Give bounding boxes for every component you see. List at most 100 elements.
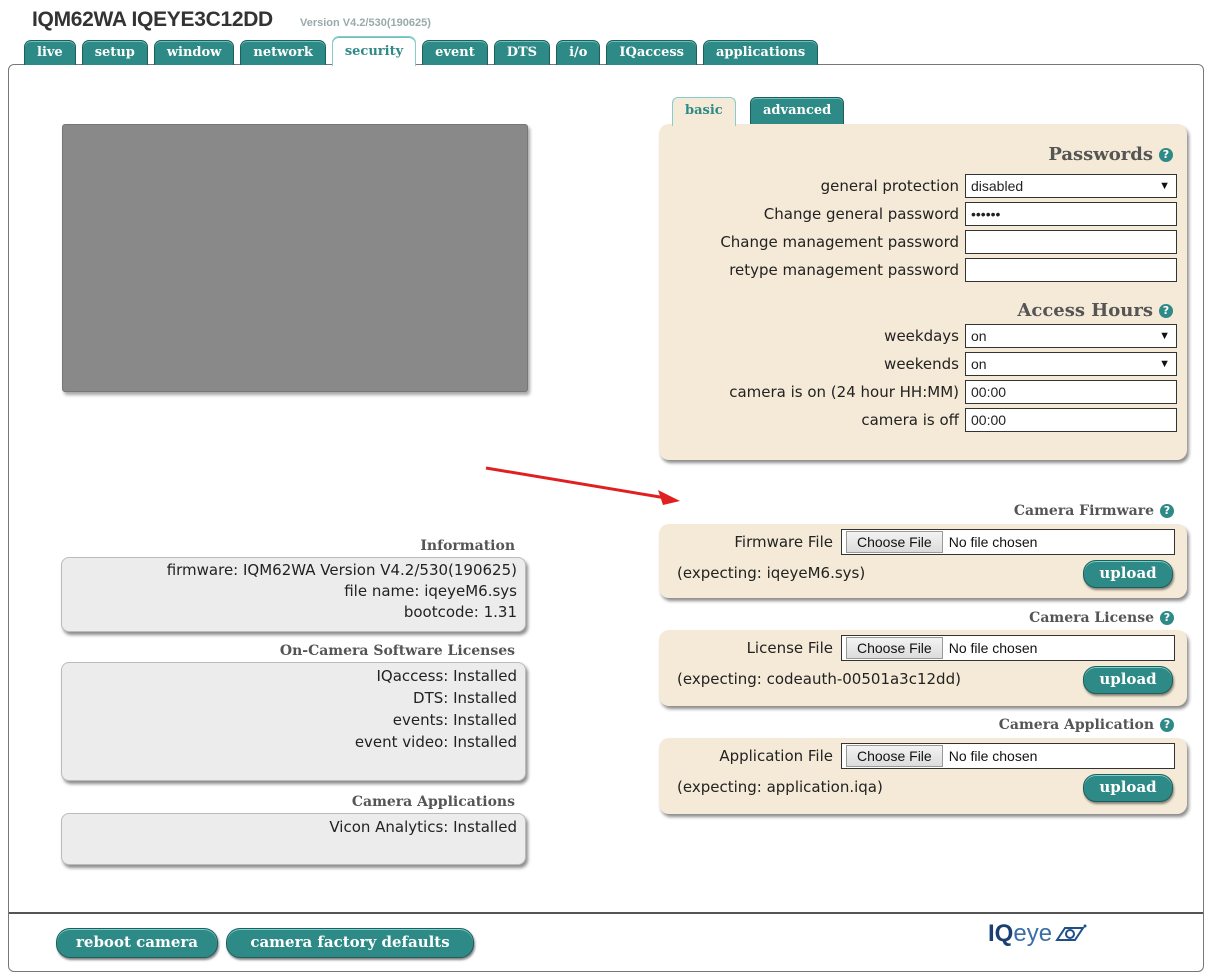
weekdays-row: weekdays on (884, 324, 1177, 348)
tab-security[interactable]: security (331, 36, 417, 66)
camera-preview (62, 124, 528, 392)
passwords-heading: Passwords? (1048, 144, 1173, 165)
retype-management-password-label: retype management password (729, 261, 959, 279)
red-arrow-annotation (485, 466, 680, 505)
firmware-no-file-text: No file chosen (948, 534, 1038, 550)
camera-off-row: camera is off 00:00 (861, 408, 1177, 432)
info-firmware-line: firmware: IQM62WA Version V4.2/530(19062… (166, 561, 517, 579)
license-upload-panel: License File Choose File No file chosen … (659, 630, 1187, 706)
general-password-input[interactable]: •••••• (965, 202, 1177, 226)
information-box: firmware: IQM62WA Version V4.2/530(19062… (61, 557, 526, 632)
factory-defaults-button[interactable]: camera factory defaults (226, 928, 474, 958)
tab-applications[interactable]: applications (703, 40, 819, 65)
access-hours-heading-text: Access Hours (1017, 300, 1153, 321)
arrow-shaft (485, 466, 667, 500)
general-protection-label: general protection (820, 177, 959, 195)
camera-off-input[interactable]: 00:00 (965, 408, 1177, 432)
info-filename-line: file name: iqeyeM6.sys (344, 582, 517, 600)
license-file-input[interactable]: Choose File No file chosen (841, 635, 1175, 661)
tab-live[interactable]: live (24, 40, 76, 65)
tab-setup[interactable]: setup (81, 40, 148, 65)
arrow-head (658, 490, 680, 505)
license-help-icon[interactable]: ? (1160, 611, 1174, 625)
management-password-input[interactable] (965, 230, 1177, 254)
application-no-file-text: No file chosen (948, 748, 1038, 764)
tab-window[interactable]: window (153, 40, 235, 65)
tab-dts[interactable]: DTS (493, 40, 551, 65)
application-expecting-text: (expecting: application.iqa) (677, 778, 883, 796)
firmware-upload-panel: Firmware File Choose File No file chosen… (659, 524, 1187, 598)
app-vicon-line: Vicon Analytics: Installed (329, 818, 517, 836)
application-file-row: Application File Choose File No file cho… (719, 743, 1175, 769)
license-no-file-text: No file chosen (948, 640, 1038, 656)
change-general-password-row: Change general password •••••• (764, 202, 1177, 226)
iqeye-logo: IQ eye (988, 920, 1089, 948)
camera-on-input[interactable]: 00:00 (965, 380, 1177, 404)
weekdays-select[interactable]: on (965, 324, 1177, 348)
weekends-label: weekends (884, 355, 959, 373)
application-choose-file-button[interactable]: Choose File (846, 745, 943, 767)
information-heading: Information (420, 538, 515, 554)
retype-management-password-row: retype management password (729, 258, 1177, 282)
license-event-video-line: event video: Installed (354, 733, 517, 751)
license-file-row: License File Choose File No file chosen (747, 635, 1175, 661)
license-upload-button[interactable]: upload (1083, 666, 1173, 694)
application-help-icon[interactable]: ? (1160, 718, 1174, 732)
firmware-file-row: Firmware File Choose File No file chosen (734, 529, 1175, 555)
tab-iqaccess[interactable]: IQaccess (606, 40, 697, 65)
application-upload-panel: Application File Choose File No file cho… (659, 738, 1187, 814)
firmware-help-icon[interactable]: ? (1160, 504, 1174, 518)
firmware-file-label: Firmware File (734, 533, 833, 551)
weekends-select[interactable]: on (965, 352, 1177, 376)
passwords-heading-text: Passwords (1048, 144, 1153, 165)
weekends-row: weekends on (884, 352, 1177, 376)
subtab-advanced[interactable]: advanced (750, 97, 845, 124)
general-protection-row: general protection disabled (821, 174, 1177, 198)
passwords-help-icon[interactable]: ? (1159, 148, 1173, 162)
firmware-expecting-text: (expecting: iqeyeM6.sys) (677, 564, 866, 582)
weekdays-label: weekdays (884, 327, 959, 345)
camera-firmware-heading-text: Camera Firmware (1013, 503, 1154, 519)
application-file-label: Application File (719, 747, 833, 765)
camera-title: IQM62WA IQEYE3C12DD (32, 8, 273, 31)
license-file-label: License File (746, 639, 833, 657)
footer-divider (9, 912, 1203, 914)
eye-logo-icon (1055, 924, 1087, 941)
license-events-line: events: Installed (392, 711, 517, 729)
tab-event[interactable]: event (422, 40, 488, 65)
license-expecting-text: (expecting: codeauth-00501a3c12dd) (677, 670, 961, 688)
reboot-camera-button[interactable]: reboot camera (56, 928, 218, 958)
general-protection-select[interactable]: disabled (965, 174, 1177, 198)
version-label: Version V4.2/530(190625) (300, 17, 431, 29)
firmware-choose-file-button[interactable]: Choose File (846, 531, 943, 553)
security-settings-panel: Passwords? general protection disabled C… (659, 124, 1187, 460)
camera-application-heading: Camera Application? (999, 717, 1174, 733)
application-file-input[interactable]: Choose File No file chosen (841, 743, 1175, 769)
change-management-password-label: Change management password (720, 233, 959, 251)
firmware-upload-button[interactable]: upload (1083, 560, 1173, 588)
license-iqaccess-line: IQaccess: Installed (376, 667, 517, 685)
license-dts-line: DTS: Installed (413, 689, 517, 707)
camera-applications-box: Vicon Analytics: Installed (61, 813, 526, 865)
retype-management-password-input[interactable] (965, 258, 1177, 282)
camera-applications-heading: Camera Applications (351, 794, 515, 810)
change-management-password-row: Change management password (720, 230, 1177, 254)
logo-eye-text: eye (1013, 920, 1053, 947)
camera-license-heading: Camera License? (1029, 610, 1174, 626)
camera-on-label: camera is on (24 hour HH:MM) (729, 383, 959, 401)
access-hours-help-icon[interactable]: ? (1159, 304, 1173, 318)
firmware-file-input[interactable]: Choose File No file chosen (841, 529, 1175, 555)
camera-application-heading-text: Camera Application (998, 717, 1154, 733)
license-choose-file-button[interactable]: Choose File (846, 637, 943, 659)
software-licenses-box: IQaccess: Installed DTS: Installed event… (61, 662, 526, 781)
software-licenses-heading: On-Camera Software Licenses (279, 643, 515, 659)
camera-on-row: camera is on (24 hour HH:MM) 00:00 (729, 380, 1177, 404)
subtab-basic[interactable]: basic (672, 97, 736, 126)
tab-network[interactable]: network (240, 40, 326, 65)
info-bootcode-line: bootcode: 1.31 (403, 603, 517, 621)
logo-iq-text: IQ (988, 920, 1014, 947)
camera-off-label: camera is off (861, 411, 959, 429)
application-upload-button[interactable]: upload (1083, 774, 1173, 802)
tab-io[interactable]: i/o (556, 40, 601, 65)
camera-license-heading-text: Camera License (1029, 610, 1154, 626)
